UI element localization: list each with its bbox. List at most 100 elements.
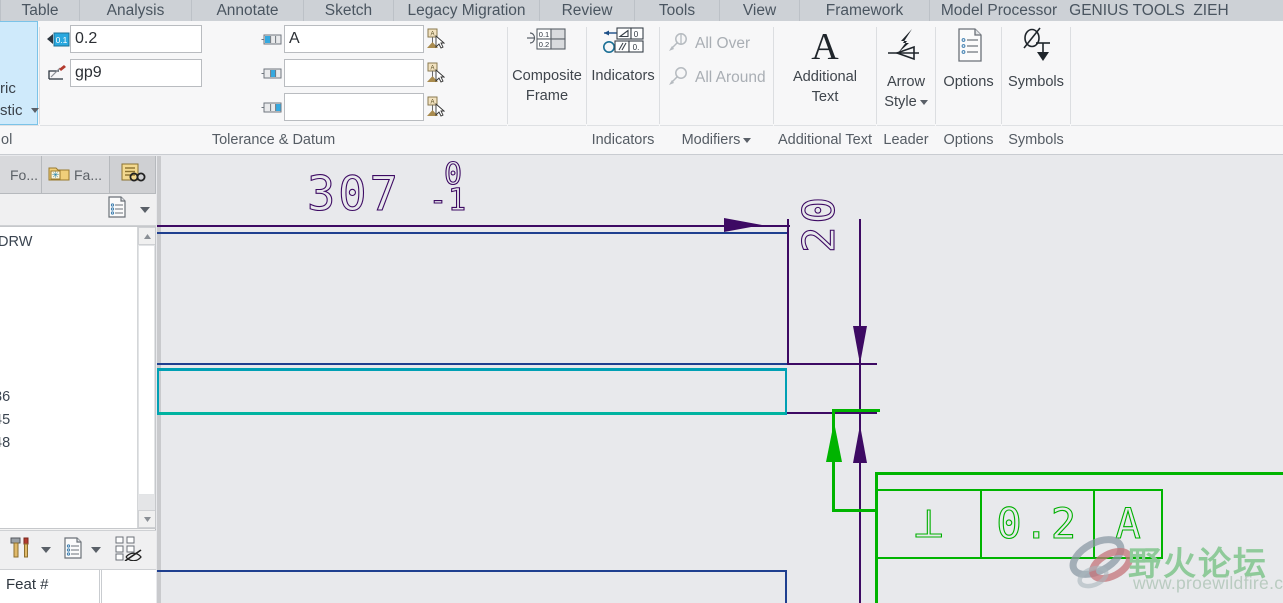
ribbon-group-symbols: Symbols Symbols (1002, 21, 1070, 154)
extension-line-right (787, 219, 789, 365)
indicators-button[interactable]: 0 0. Indicators (587, 21, 659, 86)
tab-legacy-migration[interactable]: Legacy Migration (394, 0, 540, 21)
symbol-type-combo[interactable]: ric stic (0, 21, 39, 125)
model-tree-root[interactable]: .DRW (0, 231, 34, 253)
model-edge-bottom[interactable] (157, 570, 787, 572)
model-edge-bottom-right[interactable] (785, 570, 787, 603)
tab-label: Annotate (216, 2, 279, 19)
arrow-style-button[interactable]: Arrow Style (877, 21, 935, 112)
ribbon-group-label-symbols: Symbols (1002, 125, 1070, 154)
tab-sketch[interactable]: Sketch (304, 0, 394, 21)
secondary-datum-icon (260, 64, 284, 83)
material-condition-icon (46, 64, 70, 83)
scroll-down-icon[interactable] (138, 510, 155, 528)
selected-edge-right[interactable] (785, 368, 787, 415)
tab-view[interactable]: View (720, 0, 800, 21)
navigator-tab-model-tree[interactable] (110, 156, 156, 194)
model-tree-list[interactable]: .DRW 36 45 48 (0, 226, 156, 529)
chevron-down-icon[interactable] (743, 137, 752, 143)
tab-genius-tools[interactable]: GENIUS TOOLS (1068, 0, 1186, 21)
selected-edge-upper[interactable] (157, 368, 787, 371)
chevron-down-icon[interactable] (140, 206, 150, 213)
tab-tools[interactable]: Tools (635, 0, 720, 21)
fcf-tolerance-cell[interactable]: 0.2 (982, 491, 1095, 557)
all-over-label: All Over (695, 35, 751, 52)
additional-text-button[interactable]: A Additional Text (774, 21, 876, 107)
dimension-tolerance-lower[interactable]: -1 (428, 185, 467, 216)
select-datum-icon[interactable]: A (424, 95, 446, 119)
chevron-down-icon[interactable] (91, 547, 101, 553)
ribbon-group-composite-frame: 0.1 0.2 Composite Frame (508, 21, 586, 154)
favorites-folder-icon: ✳ (48, 164, 70, 185)
options-button[interactable]: Options (936, 21, 1001, 92)
ribbon-group-label-composite (508, 125, 586, 154)
application-window: Table Analysis Annotate Sketch Legacy Mi… (0, 0, 1283, 603)
tools-hammer-screwdriver-icon[interactable] (8, 535, 34, 566)
ribbon-group-label-leader: Leader (877, 125, 935, 154)
list-item[interactable]: 36 (0, 386, 12, 408)
dimension-line-horizontal (157, 225, 790, 227)
ribbon: ric stic ol 0.1 0.2 gp9 A A A A Toleranc… (0, 21, 1283, 155)
tab-annotate[interactable]: Annotate (192, 0, 304, 21)
composite-frame-label-line2: Frame (525, 88, 569, 104)
datum-ref-tertiary-input[interactable] (284, 93, 424, 121)
svg-text:A: A (430, 66, 434, 72)
additional-text-label-line2: Text (811, 89, 839, 105)
chevron-down-icon[interactable] (31, 108, 39, 113)
navigator-tab-favorites[interactable]: ✳ Fa... (42, 156, 110, 194)
tab-review[interactable]: Review (540, 0, 635, 21)
perpendicularity-icon: ⟂ (915, 501, 943, 547)
vertical-scrollbar[interactable] (137, 227, 155, 528)
feature-table: Feat # (0, 570, 156, 603)
witness-line-mid (787, 363, 877, 365)
modifier-all-over[interactable]: All Over (660, 27, 773, 61)
tab-label: Framework (825, 2, 904, 19)
drawing-canvas[interactable]: 307 0 -1 20 ⟂ 0.2 A (157, 156, 1283, 603)
ribbon-group-label-modifiers[interactable]: Modifiers (660, 125, 773, 154)
navigator-tab-folder[interactable]: Fo... (0, 156, 42, 194)
tab-model-processor[interactable]: Model Processor (930, 0, 1068, 21)
selected-edge-lower[interactable] (157, 412, 787, 415)
table-column-header-feat: Feat # (0, 570, 100, 603)
tab-analysis[interactable]: Analysis (80, 0, 192, 21)
composite-frame-button[interactable]: 0.1 0.2 Composite Frame (508, 21, 586, 106)
symbol-type-line1: ric (0, 80, 16, 97)
geometric-tolerance-icon: 0.1 (46, 30, 70, 49)
datum-ref-row-secondary: A (260, 59, 446, 87)
tree-settings-icon[interactable] (106, 195, 128, 224)
model-edge-mid[interactable] (157, 363, 787, 365)
chevron-down-icon[interactable] (41, 547, 51, 553)
tab-framework[interactable]: Framework (800, 0, 930, 21)
tolerance-modifier-input[interactable]: gp9 (70, 59, 202, 87)
gdt-leader-vertical (832, 409, 835, 512)
tertiary-datum-icon (260, 98, 284, 117)
tolerance-value-input[interactable]: 0.2 (70, 25, 202, 53)
list-item[interactable]: 45 (0, 409, 12, 431)
feature-control-frame[interactable]: ⟂ 0.2 A (876, 489, 1163, 559)
scroll-up-icon[interactable] (138, 227, 155, 245)
fcf-symbol-cell[interactable]: ⟂ (878, 491, 982, 557)
datum-ref-row-tertiary: A (260, 93, 446, 121)
symbols-button[interactable]: Symbols (1002, 21, 1070, 92)
display-settings-icon[interactable] (62, 536, 84, 565)
tab-zieh[interactable]: ZIEH (1186, 0, 1236, 21)
tolerance-value-row: 0.1 0.2 (46, 25, 202, 53)
chevron-down-icon[interactable] (919, 99, 928, 105)
fcf-datum-cell[interactable]: A (1095, 491, 1161, 557)
modifier-all-around[interactable]: All Around (660, 61, 773, 95)
tree-filters-hide-icon[interactable] (114, 535, 142, 566)
dimension-value-vertical[interactable]: 20 (793, 193, 845, 253)
tab-table[interactable]: Table (0, 0, 80, 21)
symbols-diameter-depth-icon (1015, 27, 1057, 72)
model-edge-top[interactable] (157, 232, 787, 234)
select-datum-icon[interactable]: A (424, 61, 446, 85)
list-item[interactable]: 48 (0, 432, 12, 454)
options-document-icon (948, 27, 990, 72)
dimension-value-horizontal[interactable]: 307 (306, 170, 401, 218)
datum-ref-primary-input[interactable]: A (284, 25, 424, 53)
datum-ref-secondary-input[interactable] (284, 59, 424, 87)
select-datum-icon[interactable]: A (424, 27, 446, 51)
navigator-bottom-toolbar (0, 530, 156, 570)
scrollbar-track[interactable] (138, 245, 155, 495)
selected-edge-left[interactable] (157, 368, 159, 415)
